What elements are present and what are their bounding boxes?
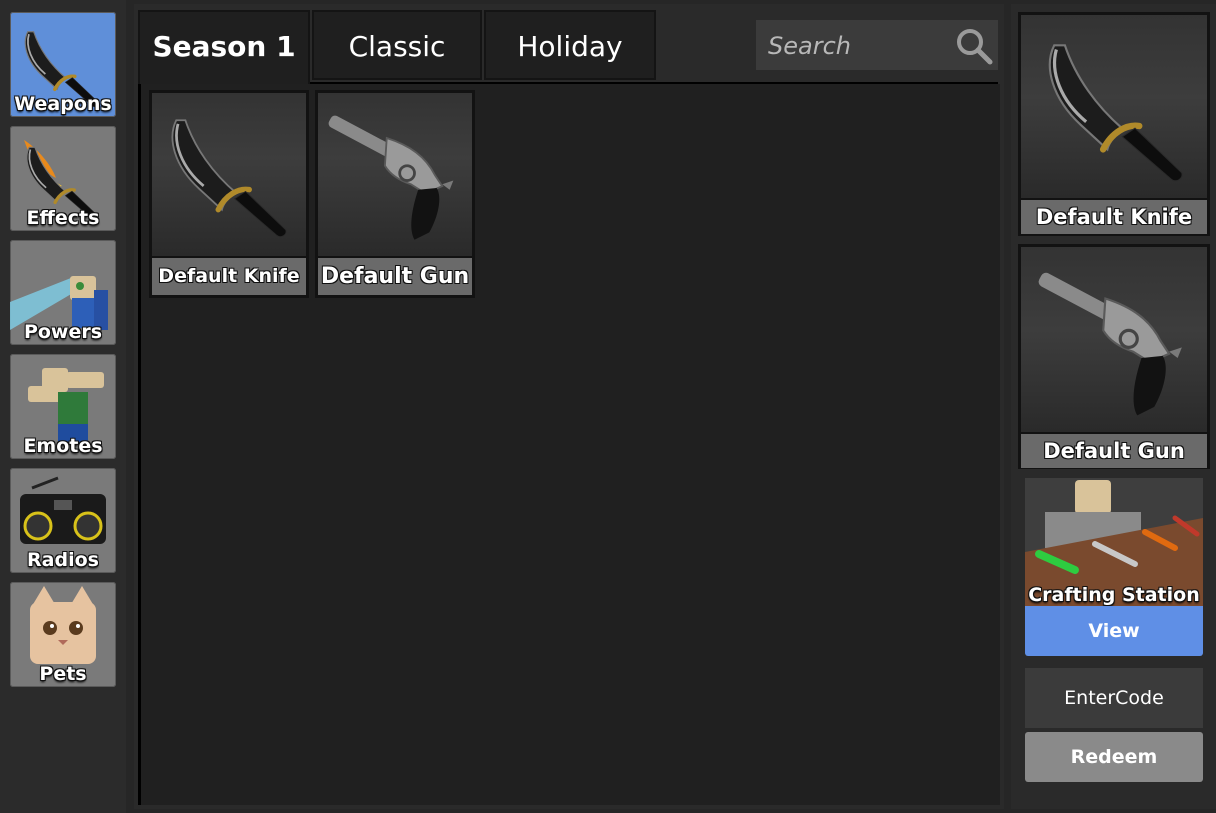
equipped-knife-image	[1021, 15, 1207, 198]
tab-holiday[interactable]: Holiday	[484, 10, 656, 80]
inventory-grid: Default Knife Default Gun	[138, 84, 1000, 805]
category-label: Weapons	[14, 93, 112, 115]
search-box	[756, 20, 998, 72]
search-icon[interactable]	[954, 26, 994, 66]
crafting-station-card[interactable]: Crafting Station	[1025, 478, 1203, 606]
equipped-gun-slot[interactable]: Default Gun	[1018, 244, 1210, 469]
redeem-button[interactable]: Redeem	[1025, 732, 1203, 782]
category-effects-button[interactable]: Effects	[10, 126, 116, 231]
tab-season-1[interactable]: Season 1	[138, 10, 310, 84]
knife-icon	[152, 93, 306, 256]
equipped-gun-image	[1021, 247, 1207, 432]
tab-classic[interactable]: Classic	[312, 10, 482, 80]
enter-code-input[interactable]: EnterCode	[1025, 668, 1203, 728]
item-name: Default Gun	[318, 258, 472, 295]
equipped-gun-name: Default Gun	[1021, 434, 1207, 468]
revolver-icon	[1035, 269, 1184, 418]
category-label: Powers	[23, 321, 103, 343]
category-label: Pets	[39, 663, 87, 685]
item-image	[152, 93, 306, 256]
search-input[interactable]	[756, 20, 960, 72]
category-emotes-button[interactable]: Emotes	[10, 354, 116, 459]
revolver-icon	[325, 112, 455, 242]
crafting-station-label: Crafting Station	[1028, 584, 1200, 606]
category-label: Emotes	[23, 435, 103, 457]
equipped-knife-slot[interactable]: Default Knife	[1018, 12, 1210, 236]
item-image	[318, 93, 472, 256]
category-sidebar: Weapons Effects Powers Emotes Radios Pet…	[0, 0, 126, 813]
knife-icon	[1021, 15, 1207, 198]
category-pets-button[interactable]: Pets	[10, 582, 116, 687]
category-weapons-button[interactable]: Weapons	[10, 12, 116, 117]
equipped-knife-name: Default Knife	[1021, 200, 1207, 234]
inventory-panel: Season 1 Classic Holiday Default Knife	[134, 4, 1004, 809]
category-label: Effects	[26, 207, 100, 229]
inventory-item-default-knife[interactable]: Default Knife	[149, 90, 309, 298]
inventory-item-default-gun[interactable]: Default Gun	[315, 90, 475, 298]
item-name: Default Knife	[152, 258, 306, 295]
category-label: Radios	[27, 549, 99, 571]
equipped-panel: Default Knife Default Gun Crafting Stati…	[1011, 4, 1216, 809]
category-radios-button[interactable]: Radios	[10, 468, 116, 573]
tab-bar: Season 1 Classic Holiday	[138, 8, 1000, 86]
category-powers-button[interactable]: Powers	[10, 240, 116, 345]
view-button[interactable]: View	[1025, 606, 1203, 656]
